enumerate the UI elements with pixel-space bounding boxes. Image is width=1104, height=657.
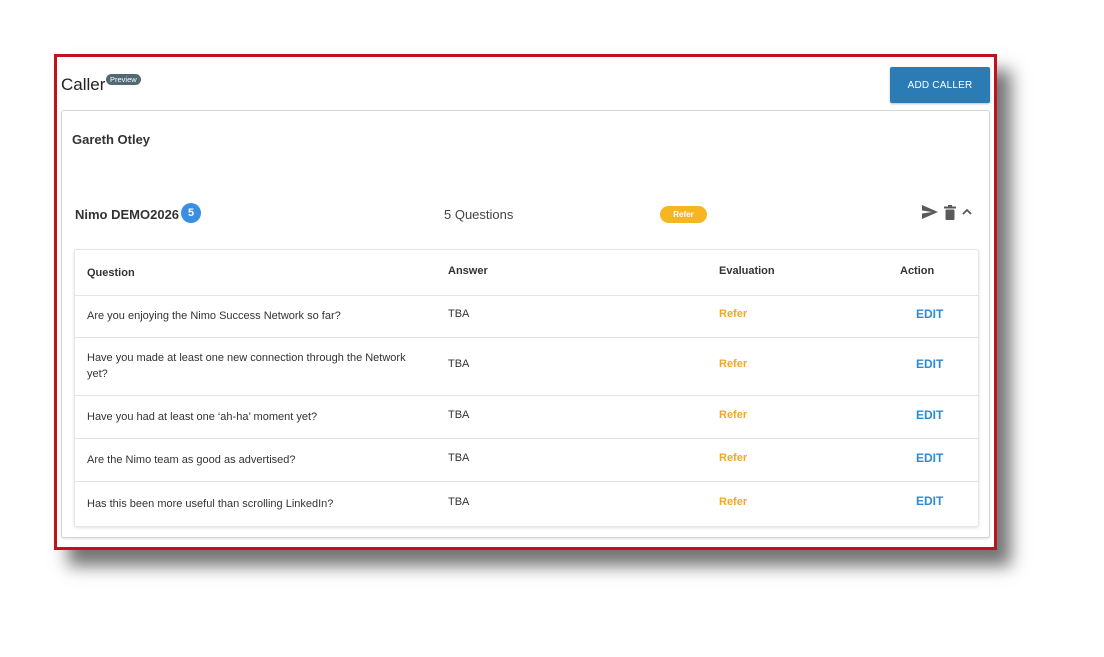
add-caller-button[interactable]: ADD CALLER — [890, 67, 990, 103]
evaluation-cell: Refer — [719, 452, 748, 464]
chevron-up-icon[interactable] — [961, 207, 973, 217]
question-cell: Have you had at least one ‘ah-ha’ moment… — [87, 411, 318, 423]
column-header-evaluation: Evaluation — [719, 265, 775, 277]
question-cell: Are you enjoying the Nimo Success Networ… — [87, 310, 341, 322]
column-header-action: Action — [900, 265, 935, 277]
table-row: Are you enjoying the Nimo Success Networ… — [75, 295, 978, 338]
edit-link[interactable]: EDIT — [916, 307, 943, 321]
answer-cell: TBA — [448, 452, 470, 464]
edit-link[interactable]: EDIT — [916, 408, 943, 422]
table-row: Has this been more useful than scrolling… — [75, 482, 978, 525]
question-cell: Has this been more useful than scrolling… — [87, 498, 334, 510]
caller-panel: Gareth Otley Nimo DEMO2026 5 5 Questions… — [61, 110, 990, 538]
caller-name: Gareth Otley — [72, 132, 151, 147]
questionnaire-name: Nimo DEMO2026 — [75, 207, 180, 222]
evaluation-cell: Refer — [719, 358, 748, 370]
table-row: Have you had at least one ‘ah-ha’ moment… — [75, 396, 978, 439]
answer-cell: TBA — [448, 409, 470, 421]
question-cell: Are the Nimo team as good as advertised? — [87, 454, 296, 466]
answer-cell: TBA — [448, 308, 470, 320]
evaluation-cell: Refer — [719, 308, 748, 320]
question-cell: Have you made at least one new connectio… — [87, 352, 406, 380]
evaluation-cell: Refer — [719, 496, 748, 508]
preview-badge: Preview — [106, 74, 141, 85]
evaluation-cell: Refer — [719, 409, 748, 421]
answer-cell: TBA — [448, 496, 470, 508]
delete-icon[interactable] — [944, 204, 956, 220]
questionnaire-header[interactable]: Nimo DEMO2026 5 5 Questions Refer — [62, 203, 989, 229]
column-header-answer: Answer — [448, 265, 488, 277]
caller-window: Caller Preview ADD CALLER Gareth Otley N… — [54, 54, 997, 550]
page-title: Caller — [61, 75, 106, 94]
questions-table: Question Answer Evaluation Action Are yo… — [74, 249, 979, 527]
column-header-question: Question — [87, 267, 135, 279]
question-count-badge: 5 — [181, 203, 201, 223]
send-icon[interactable] — [921, 204, 939, 220]
edit-link[interactable]: EDIT — [916, 494, 943, 508]
table-header-row: Question Answer Evaluation Action — [75, 250, 978, 296]
table-row: Have you made at least one new connectio… — [75, 338, 978, 396]
answer-cell: TBA — [448, 358, 470, 370]
edit-link[interactable]: EDIT — [916, 451, 943, 465]
status-badge: Refer — [660, 206, 707, 223]
table-row: Are the Nimo team as good as advertised?… — [75, 439, 978, 482]
questions-label: 5 Questions — [444, 207, 514, 222]
questionnaire-actions — [921, 204, 973, 220]
edit-link[interactable]: EDIT — [916, 357, 943, 371]
